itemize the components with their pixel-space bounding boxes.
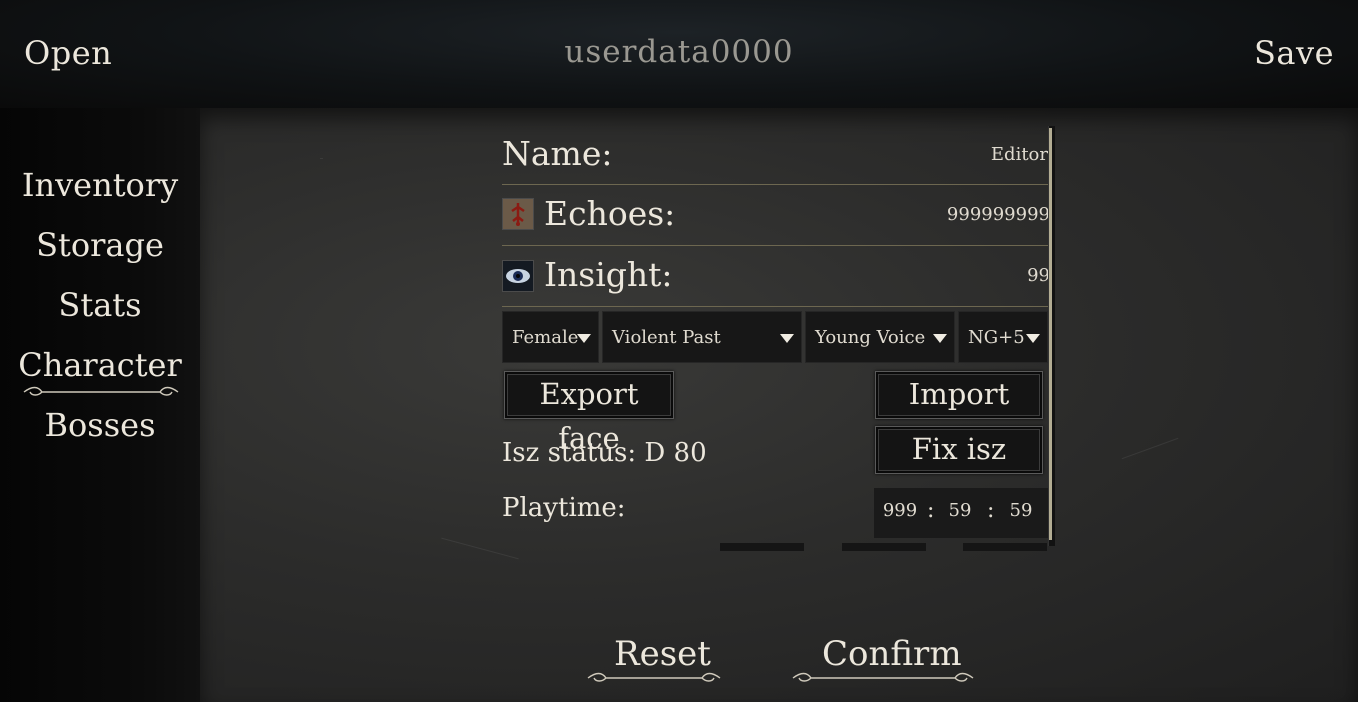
voice-select[interactable]: Young Voice xyxy=(805,311,955,363)
reset-button[interactable]: Reset xyxy=(587,634,721,682)
divider xyxy=(502,245,1048,246)
sidebar-item-character[interactable]: Character xyxy=(0,346,200,396)
texture-scratch xyxy=(1121,437,1179,460)
top-bar: Open userdata0000 Save xyxy=(0,0,1358,108)
sidebar-item-bosses[interactable]: Bosses xyxy=(0,406,200,444)
active-flourish-icon xyxy=(23,386,179,396)
chevron-down-icon xyxy=(577,334,591,343)
sidebar-item-stats[interactable]: Stats xyxy=(0,286,200,324)
reset-label: Reset xyxy=(614,634,711,674)
file-title: userdata0000 xyxy=(564,34,794,70)
blood-echo-icon xyxy=(502,198,534,230)
flourish-icon xyxy=(587,672,721,682)
save-button[interactable]: Save xyxy=(1254,34,1334,72)
name-value[interactable]: Editor xyxy=(991,144,1048,165)
field-shadow xyxy=(963,543,1047,551)
playtime-minutes[interactable]: 59 xyxy=(940,500,980,521)
insight-label: Insight: xyxy=(544,255,673,294)
field-shadow xyxy=(720,543,804,551)
origin-select-value: Violent Past xyxy=(612,327,721,348)
time-separator: : xyxy=(927,498,935,523)
time-separator: : xyxy=(987,498,995,523)
fix-isz-button[interactable]: Fix isz xyxy=(875,426,1043,474)
divider xyxy=(502,306,1048,307)
field-shadow xyxy=(842,543,926,551)
playtime-label: Playtime: xyxy=(502,493,626,523)
chevron-down-icon xyxy=(933,334,947,343)
main-panel: Name: Editor Echoes: 999999999 Insight: … xyxy=(200,108,1358,702)
gender-select-value: Female xyxy=(512,327,579,348)
character-form: Name: Editor Echoes: 999999999 Insight: … xyxy=(502,126,1058,551)
sidebar-item-storage[interactable]: Storage xyxy=(0,226,200,264)
playtime-input: 999 : 59 : 59 xyxy=(874,488,1048,538)
playtime-hours[interactable]: 999 xyxy=(880,500,920,521)
confirm-label: Confirm xyxy=(822,634,962,674)
gender-select[interactable]: Female xyxy=(502,311,599,363)
chevron-down-icon xyxy=(1026,334,1040,343)
scrollbar-thumb[interactable] xyxy=(1049,128,1052,540)
import-face-button[interactable]: Import face xyxy=(875,371,1043,455)
sidebar-item-inventory[interactable]: Inventory xyxy=(0,166,200,204)
sidebar-item-label: Character xyxy=(18,346,182,384)
origin-select[interactable]: Violent Past xyxy=(602,311,802,363)
name-label: Name: xyxy=(502,134,613,173)
echoes-label: Echoes: xyxy=(544,194,676,233)
flourish-icon xyxy=(792,672,974,682)
sidebar: Inventory Storage Stats Character Bosses xyxy=(0,108,200,702)
echoes-value[interactable]: 999999999 xyxy=(947,204,1050,225)
confirm-button[interactable]: Confirm xyxy=(792,634,974,682)
ng-select[interactable]: NG+5 xyxy=(958,311,1048,363)
ng-select-value: NG+5 xyxy=(968,327,1025,348)
divider xyxy=(502,184,1048,185)
insight-value[interactable]: 99 xyxy=(1027,265,1050,286)
export-face-button[interactable]: Export face xyxy=(504,371,674,455)
texture-scratch xyxy=(320,158,323,159)
playtime-seconds[interactable]: 59 xyxy=(1001,500,1041,521)
app-window: Open userdata0000 Save Inventory Storage… xyxy=(0,0,1358,702)
chevron-down-icon xyxy=(780,334,794,343)
isz-status: Isz status: D 80 xyxy=(502,438,707,468)
voice-select-value: Young Voice xyxy=(815,327,926,348)
eye-icon xyxy=(502,260,534,292)
